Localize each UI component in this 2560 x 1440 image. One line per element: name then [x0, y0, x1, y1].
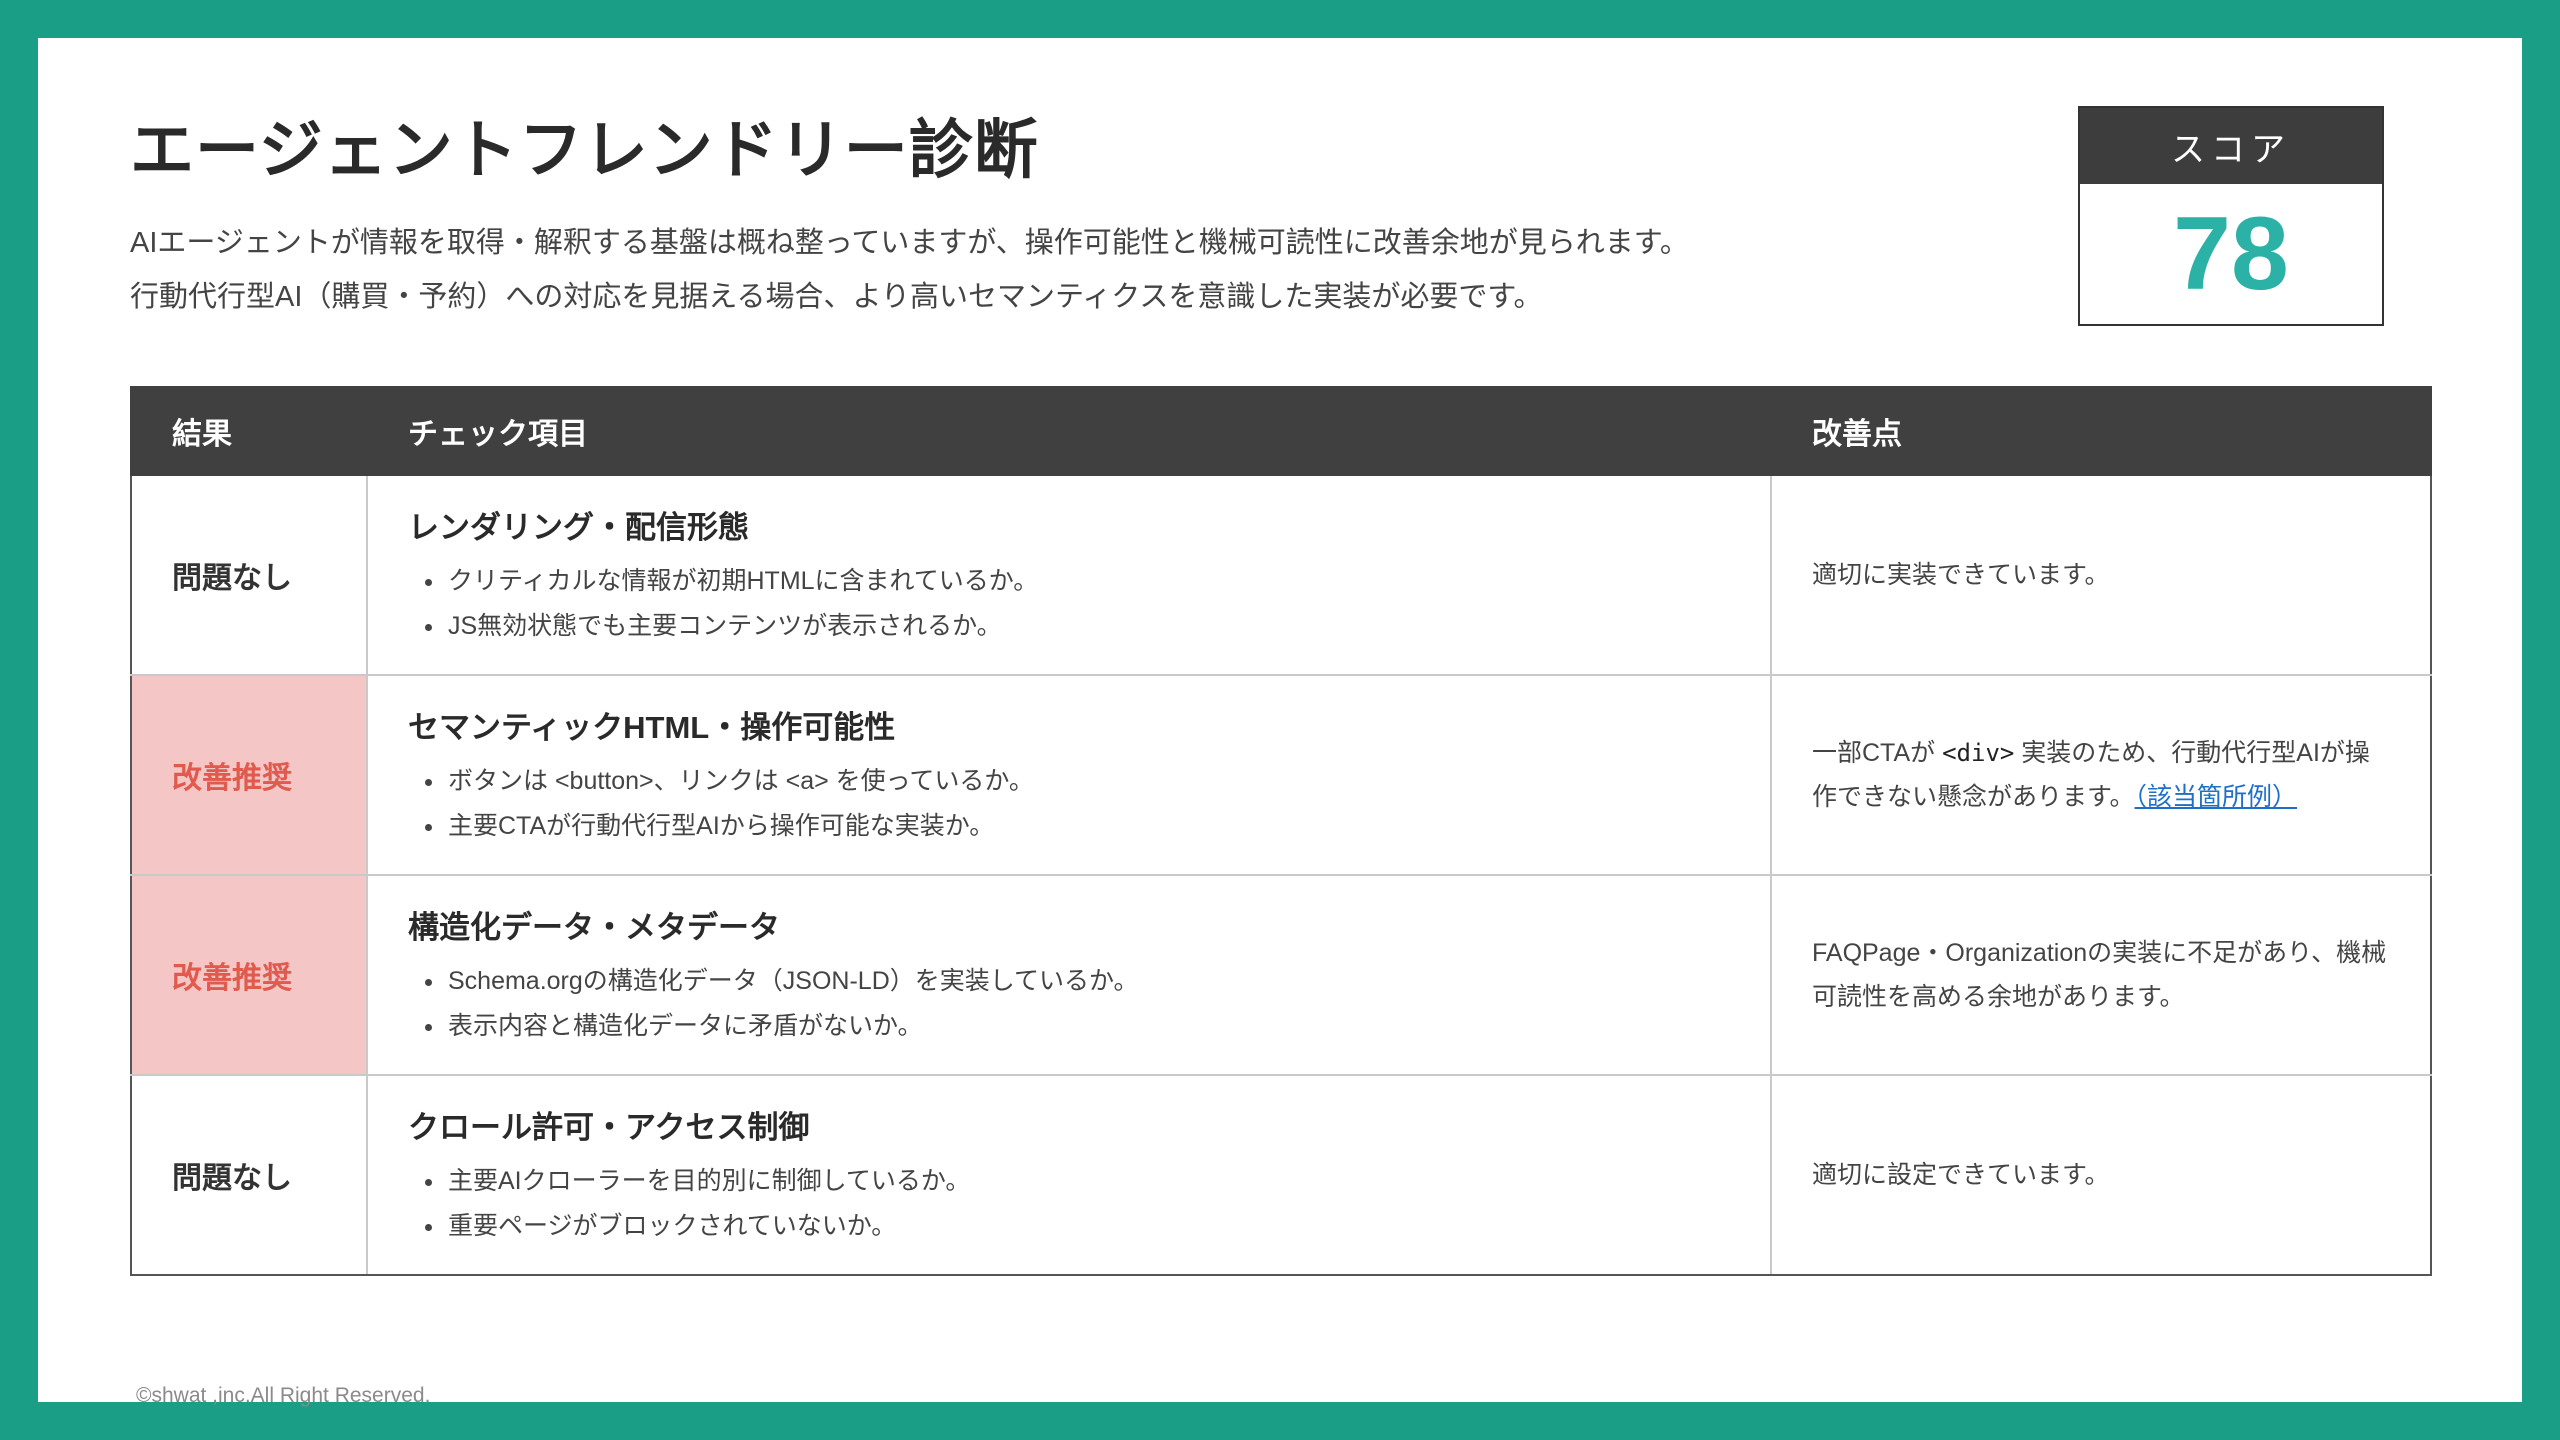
check-list: ボタンは <button>、リンクは <a> を使っているか。 主要CTAが行動…: [408, 759, 1770, 849]
check-list-item: ボタンは <button>、リンクは <a> を使っているか。: [446, 759, 1770, 804]
header-improvement: 改善点: [1770, 386, 2432, 476]
check-list-item: 表示内容と構造化データに矛盾がないか。: [446, 1004, 1770, 1049]
header-result: 結果: [130, 386, 368, 476]
summary-line-2: 行動代行型AI（購買・予約）への対応を見据える場合、より高いセマンティクスを意識…: [130, 281, 1543, 313]
example-location-link[interactable]: （該当箇所例）: [2135, 783, 2298, 811]
header-check-item: チェック項目: [366, 386, 1772, 476]
check-list-item: 主要AIクローラーを目的別に制御しているか。: [446, 1159, 1770, 1204]
check-cell: セマンティックHTML・操作可能性 ボタンは <button>、リンクは <a>…: [366, 674, 1772, 876]
table-row: 改善推奨 構造化データ・メタデータ Schema.orgの構造化データ（JSON…: [130, 874, 2432, 1076]
check-title: セマンティックHTML・操作可能性: [408, 709, 896, 745]
check-list: クリティカルな情報が初期HTMLに含まれているか。 JS無効状態でも主要コンテン…: [408, 559, 1770, 649]
check-list-item: JS無効状態でも主要コンテンツが表示されるか。: [446, 604, 1770, 649]
report-card: エージェントフレンドリー診断 AIエージェントが情報を取得・解釈する基盤は概ね整…: [38, 38, 2522, 1407]
result-cell: 問題なし: [130, 1074, 368, 1276]
improvement-code: <div>: [1942, 739, 2015, 767]
improvement-cell: FAQPage・Organizationの実装に不足があり、機械可読性を高める余…: [1770, 874, 2432, 1076]
summary-text: AIエージェントが情報を取得・解釈する基盤は概ね整っていますが、操作可能性と機械…: [130, 216, 1689, 324]
improvement-cell: 適切に実装できています。: [1770, 474, 2432, 676]
table-row: 問題なし クロール許可・アクセス制御 主要AIクローラーを目的別に制御しているか…: [130, 1074, 2432, 1276]
result-cell: 問題なし: [130, 474, 368, 676]
improvement-text-pre: 一部CTAが: [1812, 739, 1943, 767]
table-row: 問題なし レンダリング・配信形態 クリティカルな情報が初期HTMLに含まれている…: [130, 474, 2432, 676]
score-value: 78: [2173, 195, 2289, 312]
result-cell: 改善推奨: [130, 874, 368, 1076]
check-title: 構造化データ・メタデータ: [408, 909, 780, 945]
score-label: スコア: [2080, 108, 2382, 184]
result-cell: 改善推奨: [130, 674, 368, 876]
check-title: クロール許可・アクセス制御: [408, 1109, 810, 1145]
check-cell: クロール許可・アクセス制御 主要AIクローラーを目的別に制御しているか。 重要ペ…: [366, 1074, 1772, 1276]
table-row: 改善推奨 セマンティックHTML・操作可能性 ボタンは <button>、リンク…: [130, 674, 2432, 876]
check-list-item: クリティカルな情報が初期HTMLに含まれているか。: [446, 559, 1770, 604]
check-title: レンダリング・配信形態: [408, 509, 749, 545]
improvement-cell: 適切に設定できています。: [1770, 1074, 2432, 1276]
check-cell: 構造化データ・メタデータ Schema.orgの構造化データ（JSON-LD）を…: [366, 874, 1772, 1076]
check-list-item: 重要ページがブロックされていないか。: [446, 1204, 1770, 1249]
check-list: 主要AIクローラーを目的別に制御しているか。 重要ページがブロックされていないか…: [408, 1159, 1770, 1249]
check-cell: レンダリング・配信形態 クリティカルな情報が初期HTMLに含まれているか。 JS…: [366, 474, 1772, 676]
check-list: Schema.orgの構造化データ（JSON-LD）を実装しているか。 表示内容…: [408, 959, 1770, 1049]
improvement-cell: 一部CTAが <div> 実装のため、行動代行型AIが操作できない懸念があります…: [1770, 674, 2432, 876]
check-list-item: 主要CTAが行動代行型AIから操作可能な実装か。: [446, 804, 1770, 849]
score-box: スコア 78: [2078, 106, 2384, 326]
table-header-row: 結果 チェック項目 改善点: [130, 386, 2432, 476]
page-title: エージェントフレンドリー診断: [130, 114, 1039, 186]
summary-line-1: AIエージェントが情報を取得・解釈する基盤は概ね整っていますが、操作可能性と機械…: [130, 227, 1689, 259]
copyright-footer: ©shwat ,inc.All Right Reserved.: [136, 1384, 431, 1407]
check-list-item: Schema.orgの構造化データ（JSON-LD）を実装しているか。: [446, 959, 1770, 1004]
check-table: 結果 チェック項目 改善点 問題なし レンダリング・配信形態 クリティカルな情報…: [130, 386, 2432, 1276]
